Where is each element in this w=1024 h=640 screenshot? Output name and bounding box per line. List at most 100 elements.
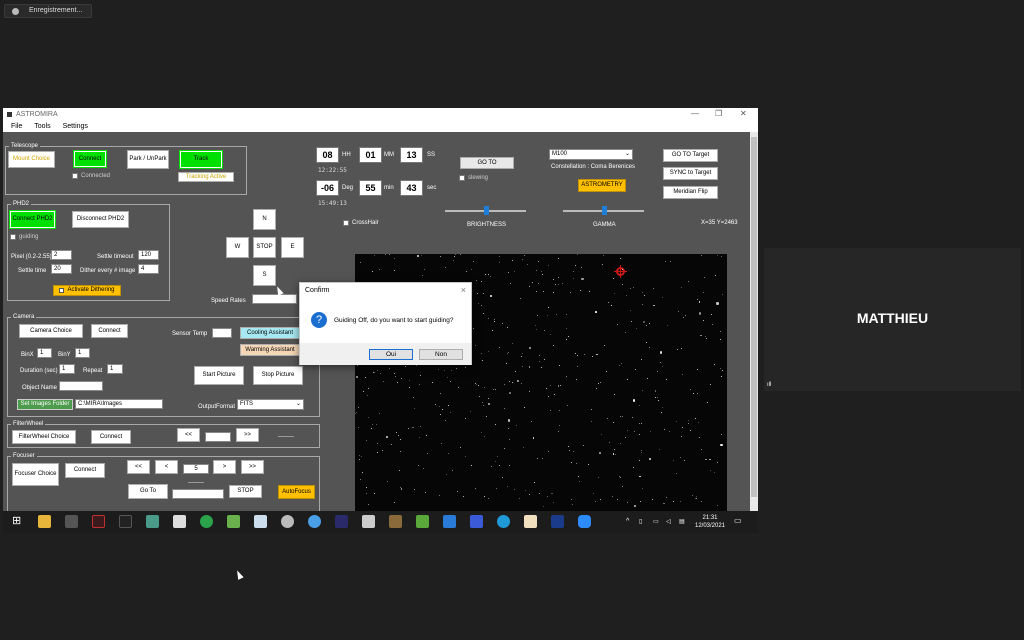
gamma-thumb[interactable] (601, 206, 607, 215)
autofocus-button[interactable]: AutoFocus (278, 485, 315, 499)
network-icon[interactable]: ▯ (639, 518, 642, 526)
cooling-assistant-button[interactable]: Cooling Assistant (240, 327, 300, 339)
tray-chevron-up-icon[interactable]: ^ (626, 518, 629, 526)
settle-time-input[interactable]: 20 (51, 264, 72, 274)
focuser-fast-in-button[interactable]: << (127, 460, 150, 474)
park-button[interactable]: Park / UnPark (127, 150, 169, 169)
ra-seconds[interactable]: 13 (400, 147, 423, 163)
track-button[interactable]: Track (180, 151, 222, 168)
telescope-connect-button[interactable]: Connect (74, 151, 106, 167)
camera-connect-button[interactable]: Connect (91, 324, 128, 338)
calculator-icon[interactable] (254, 515, 267, 528)
menu-file[interactable]: File (11, 123, 22, 130)
dithering-checkbox[interactable] (59, 288, 65, 293)
yes-button[interactable]: Oui (369, 349, 413, 360)
speedometer-icon[interactable] (92, 515, 105, 528)
slewing-checkbox[interactable] (459, 175, 465, 181)
app-icon-8[interactable] (227, 515, 240, 528)
speed-rates-select[interactable] (252, 294, 297, 304)
settle-timeout-input[interactable]: 120 (138, 250, 159, 260)
goto-button[interactable]: GO TO (460, 157, 514, 169)
stop-picture-button[interactable]: Stop Picture (253, 366, 303, 385)
east-button[interactable]: E (281, 237, 304, 258)
focuser-goto-input[interactable] (172, 489, 224, 499)
dither-input[interactable]: 4 (138, 264, 159, 274)
zoom-icon[interactable] (578, 515, 591, 528)
app-icon-7[interactable] (200, 515, 213, 528)
focuser-in-button[interactable]: < (155, 460, 178, 474)
app-icon-15[interactable] (416, 515, 429, 528)
guiding-checkbox[interactable] (10, 234, 16, 240)
duration-input[interactable]: 1 (59, 364, 75, 374)
focuser-connect-button[interactable]: Connect (65, 463, 105, 478)
brightness-thumb[interactable] (483, 206, 489, 215)
camera-choice-button[interactable]: Camera Choice (19, 324, 83, 338)
output-format-select[interactable]: FITS ⌄ (237, 399, 304, 410)
images-folder-path[interactable]: C:\MIRA\Images (75, 399, 163, 409)
dec-minutes[interactable]: 55 (359, 180, 382, 196)
ra-minutes[interactable]: 01 (359, 147, 382, 163)
astrometry-button[interactable]: ASTROMETRY (578, 179, 626, 192)
dec-degrees[interactable]: -06 (316, 180, 339, 196)
menu-tools[interactable]: Tools (34, 123, 50, 130)
dec-seconds[interactable]: 43 (400, 180, 423, 196)
mount-choice-button[interactable]: Mount Choice (8, 151, 55, 168)
connect-phd2-button[interactable]: Connect PHD2 (10, 211, 55, 228)
vertical-scrollbar[interactable] (750, 132, 758, 511)
scrollbar-thumb[interactable] (751, 137, 757, 497)
language-icon[interactable]: ▤ (679, 518, 685, 526)
menu-settings[interactable]: Settings (63, 123, 88, 130)
focuser-fast-out-button[interactable]: >> (241, 460, 264, 474)
no-button[interactable]: Non (419, 349, 463, 360)
battery-icon[interactable]: ▭ (653, 518, 659, 526)
brightness-slider[interactable] (445, 206, 526, 215)
mail-icon[interactable] (443, 515, 456, 528)
meridian-flip-button[interactable]: Meridian Flip (663, 186, 718, 199)
app-icon-2[interactable] (65, 515, 78, 528)
south-button[interactable]: S (253, 265, 276, 286)
focuser-out-button[interactable]: > (213, 460, 236, 474)
app-icon-11[interactable] (308, 515, 321, 528)
settings-gear-icon[interactable] (281, 515, 294, 528)
notifications-icon[interactable]: ▭ (734, 517, 742, 525)
west-button[interactable]: W (226, 237, 249, 258)
warming-assistant-button[interactable]: Warming Assistant (240, 344, 300, 356)
app-icon-5[interactable] (146, 515, 159, 528)
goto-target-button[interactable]: GO TO Target (663, 149, 718, 162)
app-icon-4[interactable] (119, 515, 132, 528)
activate-dithering-button[interactable]: Activate Dithering (53, 285, 121, 296)
volume-icon[interactable]: ◁ (666, 518, 671, 526)
focuser-step-input[interactable]: 5 (183, 464, 209, 474)
windows-start-icon[interactable]: ⊞ (12, 515, 25, 528)
filterwheel-connect-button[interactable]: Connect (91, 430, 131, 444)
object-name-input[interactable] (59, 381, 103, 391)
focuser-stop-button[interactable]: STOP (229, 485, 262, 498)
binx-input[interactable]: 1 (37, 348, 52, 358)
repeat-input[interactable]: 1 (107, 364, 123, 374)
app-icon-19[interactable] (524, 515, 537, 528)
app-icon-6[interactable] (173, 515, 186, 528)
ra-hours[interactable]: 08 (316, 147, 339, 163)
nav-stop-button[interactable]: STOP (253, 237, 276, 258)
gamma-slider[interactable] (563, 206, 644, 215)
clock[interactable]: 21:31 12/03/2021 (693, 514, 727, 530)
app-icon-17[interactable] (470, 515, 483, 528)
filter-prev-button[interactable]: << (177, 428, 200, 442)
start-picture-button[interactable]: Start Picture (194, 366, 244, 385)
focuser-goto-button[interactable]: Go To (128, 484, 168, 499)
app-icon-13[interactable] (362, 515, 375, 528)
astromira-taskbar-icon[interactable] (551, 515, 564, 528)
biny-input[interactable]: 1 (75, 348, 90, 358)
close-icon[interactable]: × (461, 285, 466, 295)
telescope-icon[interactable] (389, 515, 402, 528)
set-images-folder-button[interactable]: Set Images Folder (17, 399, 73, 410)
file-explorer-icon[interactable] (38, 515, 51, 528)
target-object-select[interactable]: M100 ⌄ (549, 149, 633, 160)
asi-icon[interactable] (335, 515, 348, 528)
disconnect-phd2-button[interactable]: Disconnect PHD2 (72, 211, 129, 228)
connected-checkbox[interactable] (72, 173, 78, 179)
maximize-icon[interactable]: ❐ (715, 108, 722, 120)
focuser-choice-button[interactable]: Focuser Choice (12, 463, 59, 486)
pixel-input[interactable]: 2 (51, 250, 72, 260)
edge-icon[interactable] (497, 515, 510, 528)
